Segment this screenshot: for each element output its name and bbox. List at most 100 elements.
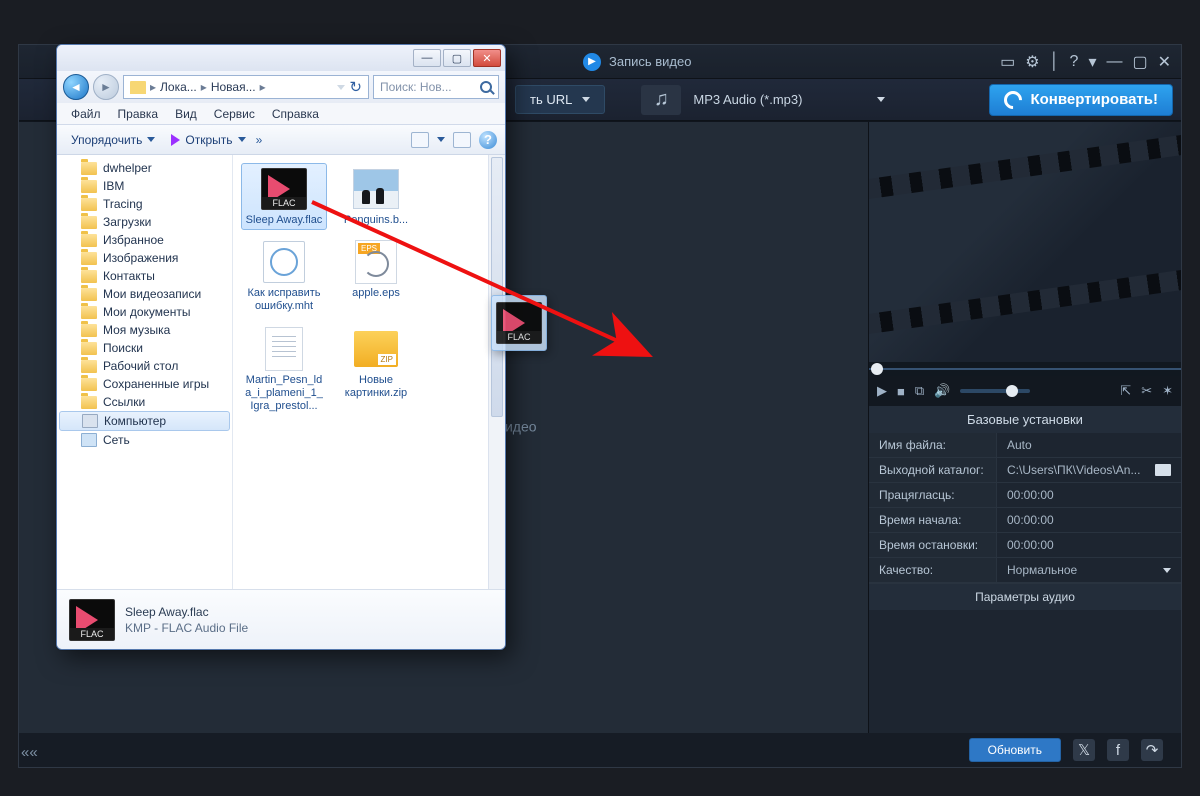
file-item[interactable]: Martin_Pesn_lda_i_plameni_1_Igra_prestol… (241, 323, 327, 417)
tree-item-label: Tracing (103, 197, 143, 211)
tree-item-label: Мои видеозаписи (103, 287, 201, 301)
setting-filename[interactable]: Имя файла:Auto (869, 433, 1181, 458)
file-item[interactable]: apple.eps (333, 236, 419, 316)
share-icon[interactable]: ↷ (1141, 739, 1163, 761)
window-controls: ▭ ⚙ │ ? ▾ — ▢ ✕ (1000, 52, 1181, 72)
setting-output-dir[interactable]: Выходной каталог:C:\Users\ПК\Videos\An..… (869, 458, 1181, 483)
flac-icon (496, 302, 542, 344)
maximize-icon[interactable]: ▢ (1132, 52, 1147, 72)
folder-icon (81, 288, 97, 301)
tree-item[interactable]: Контакты (57, 267, 232, 285)
tree-item-label: Контакты (103, 269, 155, 283)
mark-in-icon[interactable]: ⇱ (1120, 383, 1131, 399)
file-item[interactable]: Новые картинки.zip (333, 323, 419, 417)
tab-record-video[interactable]: ▶ Запись видео (559, 45, 715, 78)
tree-item[interactable]: Мои документы (57, 303, 232, 321)
collapse-toggle[interactable]: «« (21, 744, 38, 761)
help-icon[interactable]: ? (479, 131, 497, 149)
setting-duration[interactable]: Працягласць:00:00:00 (869, 483, 1181, 508)
menu-bar: Файл Правка Вид Сервис Справка (57, 103, 505, 125)
tree-item[interactable]: Компьютер (59, 411, 230, 431)
menu-view[interactable]: Вид (167, 105, 205, 123)
file-item[interactable]: Sleep Away.flac (241, 163, 327, 230)
minimize-button[interactable]: — (413, 49, 441, 67)
close-button[interactable]: ✕ (473, 49, 501, 67)
nav-forward-button[interactable]: ► (93, 74, 119, 100)
search-input[interactable]: Поиск: Нов... (373, 75, 499, 99)
explorer-titlebar[interactable]: — ▢ ✕ (57, 45, 505, 71)
stop-icon[interactable]: ■ (897, 384, 905, 399)
tree-item[interactable]: Мои видеозаписи (57, 285, 232, 303)
folder-tree[interactable]: dwhelperIBM Tracing Загрузки Избранное Изобр… (57, 155, 233, 589)
menu-edit[interactable]: Правка (110, 105, 167, 123)
more-button[interactable]: » (256, 133, 265, 147)
snapshot-icon[interactable]: ⧉ (915, 383, 924, 399)
tree-item[interactable]: Сохраненные игры (57, 375, 232, 393)
gear-icon[interactable]: ⚙ (1025, 52, 1039, 72)
txt-icon (265, 327, 303, 371)
folder-icon (81, 234, 97, 247)
tree-item[interactable]: Tracing (57, 195, 232, 213)
volume-icon[interactable]: 🔊 (934, 383, 950, 399)
caret-down-icon[interactable]: ▾ (1088, 52, 1096, 72)
minimize-icon[interactable]: — (1106, 53, 1122, 71)
tree-item[interactable]: Загрузки (57, 213, 232, 231)
refresh-icon[interactable]: ↻ (349, 78, 362, 96)
tree-item[interactable]: Поиски (57, 339, 232, 357)
tree-item[interactable]: Изображения (57, 249, 232, 267)
view-mode-button[interactable] (411, 132, 429, 148)
maximize-button[interactable]: ▢ (443, 49, 471, 67)
filmstrip-placeholder (869, 122, 1181, 362)
scrollbar[interactable] (488, 155, 505, 589)
tree-item[interactable]: Моя музыка (57, 321, 232, 339)
details-filename: Sleep Away.flac (125, 605, 248, 619)
breadcrumb[interactable]: ▸ Лока... ▸ Новая... ▸ ↻ (123, 75, 369, 99)
file-name: Новые картинки.zip (336, 374, 416, 400)
seek-bar[interactable] (869, 362, 1181, 376)
tree-item[interactable]: IBM (57, 177, 232, 195)
file-item[interactable]: Penguins.b... (333, 163, 419, 230)
setting-start-time[interactable]: Время начала:00:00:00 (869, 508, 1181, 533)
seek-knob[interactable] (871, 363, 883, 375)
tree-item-label: Избранное (103, 233, 164, 247)
organize-button[interactable]: Упорядочить (65, 131, 161, 149)
cut-icon[interactable]: ✂ (1141, 383, 1152, 399)
file-list[interactable]: Sleep Away.flac Penguins.b... Как исправит… (233, 155, 505, 589)
open-button[interactable]: Открыть (165, 131, 251, 149)
tab-label: Запись видео (609, 54, 691, 69)
tree-item[interactable]: Избранное (57, 231, 232, 249)
help-icon[interactable]: ? (1070, 53, 1079, 71)
update-button[interactable]: Обновить (969, 738, 1061, 762)
tree-item[interactable]: Сеть (57, 431, 232, 449)
menu-help[interactable]: Справка (264, 105, 327, 123)
folder-icon (81, 270, 97, 283)
folder-icon[interactable] (1155, 464, 1171, 476)
file-name: Sleep Away.flac (246, 214, 323, 227)
tree-item[interactable]: Рабочий стол (57, 357, 232, 375)
setting-quality[interactable]: Качество:Нормальное (869, 558, 1181, 583)
folder-icon (81, 324, 97, 337)
preview-pane-button[interactable] (453, 132, 471, 148)
setting-stop-time[interactable]: Время остановки:00:00:00 (869, 533, 1181, 558)
img-icon (353, 169, 399, 209)
tree-item-label: Компьютер (104, 414, 166, 428)
file-item[interactable]: Как исправить ошибку.mht (241, 236, 327, 316)
facebook-icon[interactable]: f (1107, 739, 1129, 761)
close-icon[interactable]: ✕ (1158, 52, 1171, 72)
file-name: Как исправить ошибку.mht (244, 287, 324, 313)
volume-slider[interactable] (960, 389, 1030, 393)
convert-button[interactable]: Конвертировать! (989, 84, 1173, 116)
audio-params-header[interactable]: Параметры аудио (869, 583, 1181, 610)
nav-back-button[interactable]: ◄ (63, 74, 89, 100)
play-icon[interactable]: ▶ (877, 383, 887, 399)
tree-item[interactable]: Ссылки (57, 393, 232, 411)
tree-item[interactable]: dwhelper (57, 159, 232, 177)
badge-icon[interactable]: ▭ (1000, 52, 1015, 72)
add-url-button[interactable]: ть URL (515, 85, 605, 114)
mark-out-icon[interactable]: ✶ (1162, 383, 1173, 399)
menu-service[interactable]: Сервис (206, 105, 263, 123)
menu-file[interactable]: Файл (63, 105, 109, 123)
twitter-icon[interactable]: 𝕏 (1073, 739, 1095, 761)
output-format-select[interactable]: MP3 Audio (*.mp3) (689, 92, 889, 107)
file-name: Martin_Pesn_lda_i_plameni_1_Igra_prestol… (244, 374, 324, 414)
